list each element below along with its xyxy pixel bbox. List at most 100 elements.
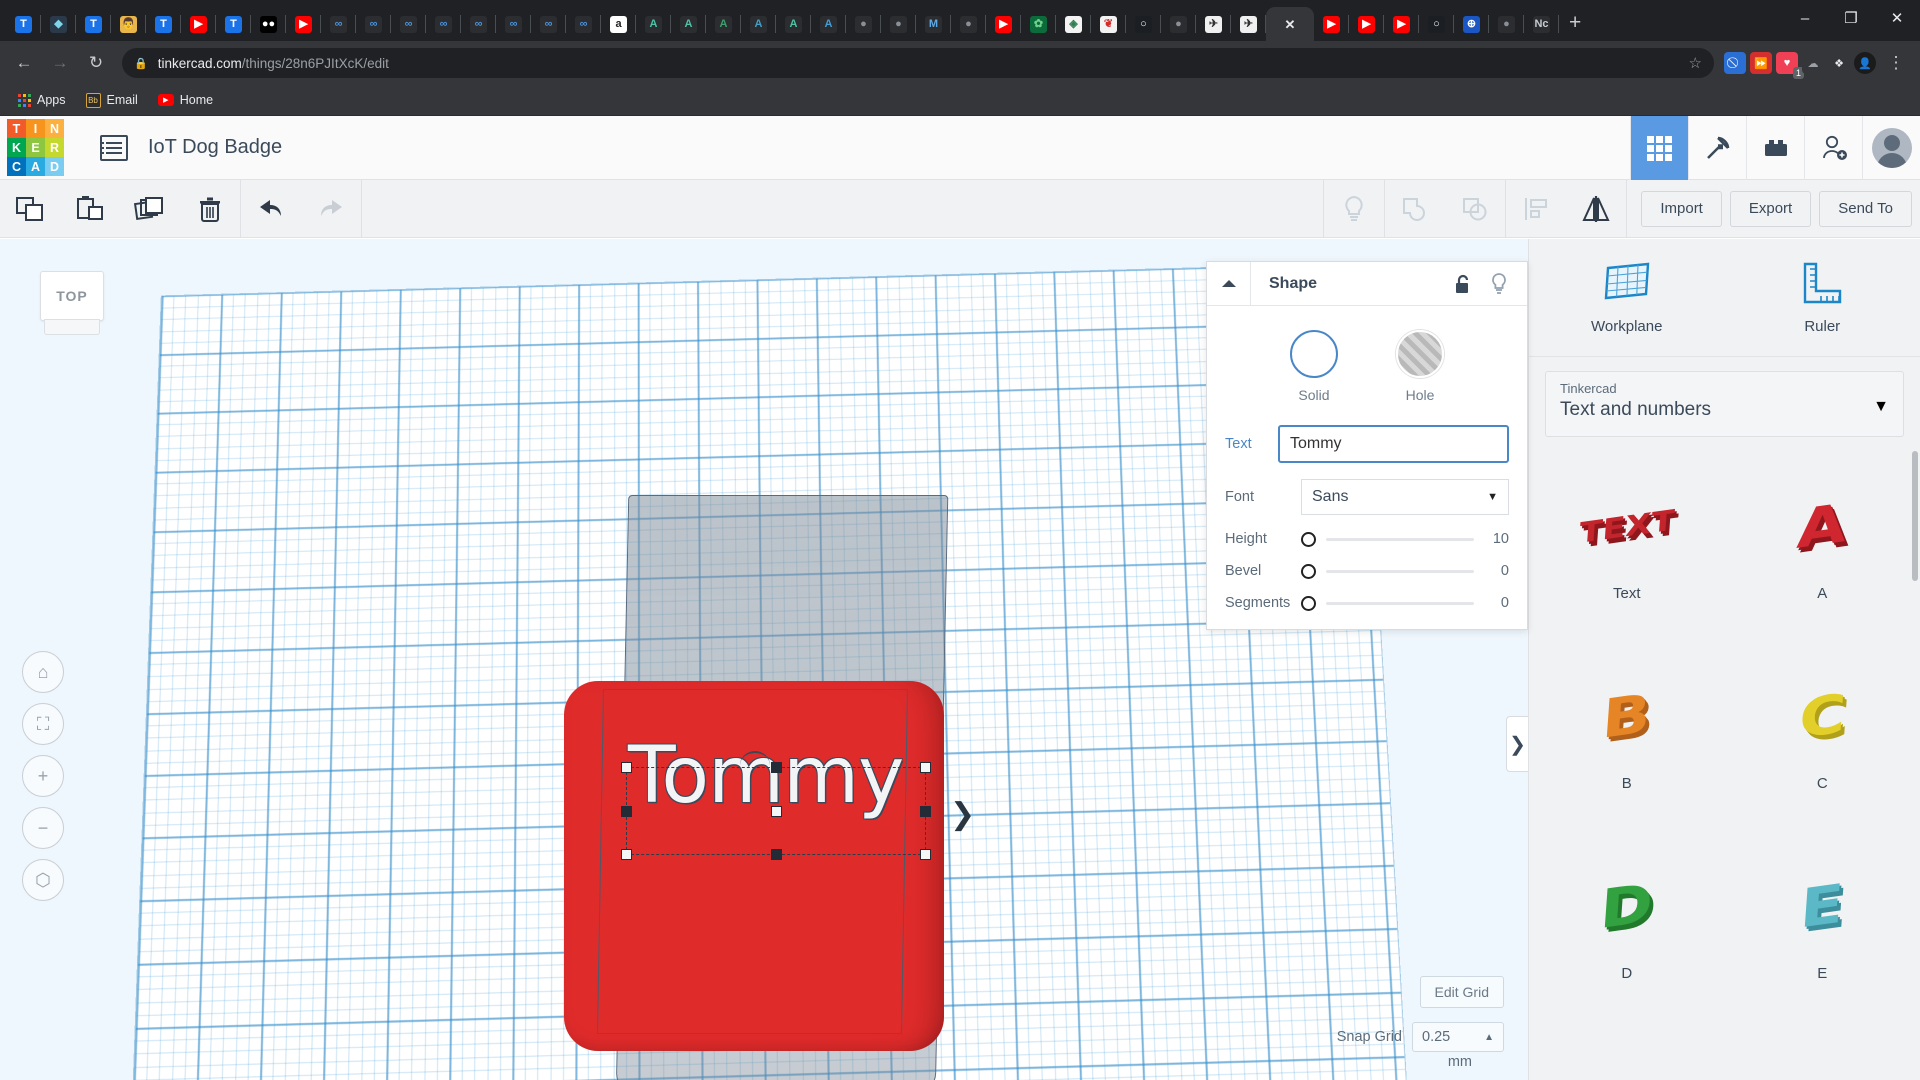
view-cube-top-face[interactable]: TOP [40, 271, 104, 321]
browser-tab[interactable]: ◈ [1056, 7, 1091, 41]
shape-library-item[interactable]: AA [1725, 445, 1920, 635]
browser-tab[interactable]: ● [881, 7, 916, 41]
lock-toggle-button[interactable] [1445, 273, 1481, 295]
forward-icon[interactable]: → [44, 47, 76, 79]
sidebar-scrollbar[interactable] [1912, 451, 1918, 581]
browser-tab[interactable]: ∞ [496, 7, 531, 41]
codeblocks-button[interactable] [1688, 116, 1746, 180]
tinkercad-logo[interactable]: TINKERCAD [7, 119, 64, 176]
shape-light-button[interactable] [1481, 272, 1517, 296]
bevel-slider-knob[interactable] [1301, 563, 1316, 579]
project-list-icon[interactable] [100, 134, 128, 161]
height-slider-knob[interactable] [1301, 531, 1316, 547]
collapse-panel-button[interactable] [1207, 261, 1251, 306]
adblock-icon[interactable]: ⃠ [1724, 52, 1746, 74]
center-handle[interactable] [771, 806, 782, 817]
resize-handle-tr[interactable] [920, 762, 931, 773]
shape-library-item[interactable]: CC [1725, 635, 1920, 825]
address-bar[interactable]: 🔒 tinkercad.com/things/28n6PJItXcK/edit … [122, 48, 1714, 78]
resize-handle-ml[interactable] [621, 806, 632, 817]
segments-slider-track[interactable] [1326, 601, 1474, 605]
browser-tab[interactable]: ∞ [531, 7, 566, 41]
browser-tab[interactable]: ∞ [356, 7, 391, 41]
shape-library-item[interactable]: TEXT Text [1529, 445, 1725, 635]
close-window-button[interactable]: ✕ [1874, 9, 1920, 27]
browser-tab[interactable]: M [916, 7, 951, 41]
browser-tab[interactable]: 👨 [111, 7, 146, 41]
light-button[interactable] [1324, 180, 1384, 237]
browser-tab[interactable]: ∞ [566, 7, 601, 41]
shape-library-item[interactable]: EE [1725, 825, 1920, 1015]
home-view-button[interactable]: ⌂ [22, 651, 64, 693]
shape-library-item[interactable]: DD [1529, 825, 1725, 1015]
clouds-icon[interactable]: ☁ [1802, 52, 1824, 74]
height-slider[interactable] [1301, 531, 1475, 547]
bookmark-home[interactable]: ▶ Home [150, 90, 221, 110]
browser-tab[interactable]: T [76, 7, 111, 41]
browser-tab[interactable]: ▶ [1349, 7, 1384, 41]
browser-menu-icon[interactable]: ⋮ [1880, 47, 1912, 79]
minimize-button[interactable]: – [1782, 10, 1828, 27]
delete-button[interactable] [180, 180, 240, 237]
browser-tab[interactable]: ⊕ [1454, 7, 1489, 41]
reload-icon[interactable]: ↻ [80, 47, 112, 79]
sidebar-collapse-toggle[interactable]: ❯ [1506, 716, 1528, 772]
new-tab-button[interactable]: + [1569, 11, 1581, 35]
browser-tab[interactable]: A [636, 7, 671, 41]
shape-category-select[interactable]: Tinkercad Text and numbers ▼ [1545, 371, 1904, 437]
height-slider-track[interactable] [1326, 537, 1474, 541]
rotation-arrow-icon[interactable]: ❯ [950, 797, 975, 832]
browser-tab[interactable]: A [671, 7, 706, 41]
browser-tab[interactable]: A [776, 7, 811, 41]
bevel-slider-track[interactable] [1326, 569, 1474, 573]
fastforward-icon[interactable]: ⏩ [1750, 52, 1772, 74]
view-cube-front-face[interactable] [44, 319, 100, 335]
browser-tab[interactable]: ○ [1126, 7, 1161, 41]
browser-tab[interactable]: A [741, 7, 776, 41]
fit-view-button[interactable]: ⛶ [22, 703, 64, 745]
browser-tab[interactable]: Nc [1524, 7, 1559, 41]
browser-tab[interactable]: ▶ [1384, 7, 1419, 41]
font-select[interactable]: Sans ▼ [1301, 479, 1509, 515]
send-to-button[interactable]: Send To [1819, 190, 1912, 227]
ungroup-button[interactable] [1445, 180, 1505, 237]
shape-library-item[interactable]: BB [1529, 635, 1725, 825]
group-button[interactable] [1385, 180, 1445, 237]
browser-tab[interactable]: T [6, 7, 41, 41]
snap-grid-select[interactable]: 0.25 ▲ [1412, 1022, 1504, 1052]
back-icon[interactable]: ← [8, 47, 40, 79]
browser-tab[interactable]: ✈ [1231, 7, 1266, 41]
solid-mode-button[interactable]: Solid [1290, 330, 1338, 403]
segments-slider-knob[interactable] [1301, 595, 1316, 611]
browser-tab[interactable]: ∞ [391, 7, 426, 41]
browser-tab[interactable]: a [601, 7, 636, 41]
browser-tab[interactable]: T [216, 7, 251, 41]
blocks-button[interactable] [1746, 116, 1804, 180]
browser-tab[interactable]: A [706, 7, 741, 41]
edit-grid-button[interactable]: Edit Grid [1419, 976, 1504, 1008]
bevel-slider[interactable] [1301, 563, 1475, 579]
export-button[interactable]: Export [1729, 190, 1812, 227]
browser-tab[interactable]: ● [1489, 7, 1524, 41]
resize-handle-br[interactable] [920, 849, 931, 860]
profile-avatar-icon[interactable]: 👤 [1854, 52, 1876, 74]
browser-tab[interactable]: ❦ [1091, 7, 1126, 41]
bookmark-email[interactable]: Bb Email [78, 90, 146, 111]
browser-tab[interactable]: ◆ [41, 7, 76, 41]
import-button[interactable]: Import [1641, 190, 1722, 227]
browser-tab[interactable]: ▶ [181, 7, 216, 41]
bookmark-apps[interactable]: Apps [10, 90, 74, 110]
mirror-button[interactable] [1566, 180, 1626, 237]
view-cube[interactable]: TOP [34, 267, 110, 337]
text-input[interactable] [1278, 425, 1509, 463]
browser-tab[interactable]: ▶ [986, 7, 1021, 41]
ruler-tool[interactable]: Ruler [1725, 239, 1920, 356]
resize-handle-bl[interactable] [621, 849, 632, 860]
redo-button[interactable] [301, 180, 361, 237]
resize-handle-tl[interactable] [621, 762, 632, 773]
browser-tab[interactable]: ∞ [426, 7, 461, 41]
puzzle-icon[interactable]: ❖ [1828, 52, 1850, 74]
zoom-in-button[interactable]: + [22, 755, 64, 797]
browser-tab[interactable]: ✈ [1196, 7, 1231, 41]
tab-close-button[interactable]: ✕ [1266, 7, 1314, 41]
